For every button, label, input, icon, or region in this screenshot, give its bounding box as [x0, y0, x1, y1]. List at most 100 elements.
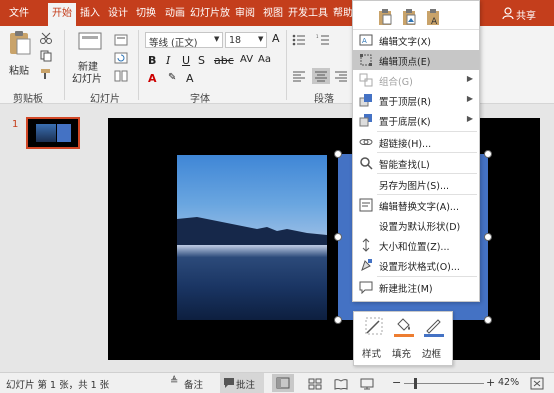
zoom-slider-thumb[interactable]	[414, 378, 417, 389]
paste-label: 粘贴	[9, 66, 29, 77]
align-left-icon[interactable]	[292, 70, 306, 82]
menu-item-label: 置于顶层(R)	[379, 97, 432, 108]
tab-developer[interactable]: 开发工具	[287, 0, 329, 26]
chevron-down-icon: ▼	[258, 35, 264, 43]
menu-item-label: 设置为默认形状(D)	[379, 222, 461, 233]
font-name-value: 等线 (正文)	[149, 38, 198, 49]
tab-transitions[interactable]: 切换	[133, 0, 159, 26]
zoom-out-icon[interactable]: −	[392, 376, 401, 389]
svg-text:A: A	[362, 37, 367, 45]
tab-review[interactable]: 审阅	[232, 0, 258, 26]
menu-item-label: 新建批注(M)	[379, 284, 433, 295]
align-center-button[interactable]	[312, 68, 330, 84]
comments-button[interactable]: 批注	[220, 373, 264, 393]
tab-insert[interactable]: 插入	[77, 0, 103, 26]
menu-item-bring-to-front[interactable]: 置于顶层(R) ▶	[353, 90, 479, 110]
paint-bucket-icon	[397, 318, 410, 331]
menu-item-label: 编辑文字(X)	[379, 37, 431, 48]
italic-icon[interactable]: I	[166, 54, 170, 67]
slideshow-icon[interactable]	[360, 378, 374, 390]
tab-view[interactable]: 视图	[260, 0, 286, 26]
reset-icon[interactable]	[114, 52, 128, 64]
paste-icon	[10, 31, 31, 55]
new-slide-button[interactable]: 新建 幻灯片	[72, 30, 108, 86]
menu-item-size-position[interactable]: 大小和位置(Z)...	[353, 235, 479, 255]
menu-item-group[interactable]: 组合(G) ▶	[353, 70, 479, 90]
shadow-icon[interactable]: S	[198, 54, 205, 67]
menu-item-set-default-shape[interactable]: 设置为默认形状(D)	[353, 215, 479, 235]
tab-file[interactable]: 文件	[4, 0, 34, 26]
style-label: 样式	[362, 349, 382, 360]
cut-icon[interactable]	[40, 32, 52, 44]
format-painter-icon[interactable]	[40, 68, 52, 80]
section-icon[interactable]	[114, 70, 128, 82]
paste-button[interactable]: 粘贴	[6, 30, 34, 78]
strikethrough-icon[interactable]: abc	[214, 54, 234, 67]
resize-handle[interactable]	[484, 233, 492, 241]
underline-icon[interactable]: U	[182, 54, 190, 67]
zoom-in-icon[interactable]: +	[486, 376, 495, 389]
mountain-silhouette	[177, 217, 327, 245]
shape-outline-button[interactable]: 边框	[420, 316, 448, 362]
char-spacing-icon[interactable]: AV	[240, 54, 253, 65]
font-color-icon[interactable]: A	[148, 72, 157, 85]
resize-handle[interactable]	[334, 316, 342, 324]
slide-sorter-icon[interactable]	[308, 378, 322, 390]
align-right-icon[interactable]	[334, 70, 348, 82]
zoom-level[interactable]: 42%	[498, 377, 519, 388]
bold-icon[interactable]: B	[148, 54, 156, 67]
resize-handle[interactable]	[484, 150, 492, 158]
person-icon	[502, 7, 514, 19]
resize-handle[interactable]	[334, 150, 342, 158]
send-to-back-icon	[359, 114, 372, 127]
fill-label: 填充	[392, 349, 412, 360]
menu-item-new-comment[interactable]: 新建批注(M)	[353, 277, 479, 297]
menu-item-edit-text[interactable]: A 编辑文字(X)	[353, 30, 479, 50]
menu-item-edit-points[interactable]: 编辑顶点(E)	[353, 50, 479, 70]
fit-to-window-icon[interactable]	[530, 377, 544, 390]
tab-design[interactable]: 设计	[105, 0, 131, 26]
menu-item-hyperlink[interactable]: 超链接(H)...	[353, 132, 479, 152]
menu-item-save-as-picture[interactable]: 另存为图片(S)...	[353, 174, 479, 194]
group-slides-label: 幻灯片	[90, 94, 120, 105]
font-size-combo[interactable]: 18 ▼	[225, 32, 267, 48]
menu-item-label: 编辑替换文字(A)...	[379, 202, 459, 213]
copy-icon[interactable]	[40, 50, 52, 62]
submenu-arrow-icon: ▶	[466, 94, 473, 103]
shape-fill-button[interactable]: 填充	[390, 316, 418, 362]
tab-animations[interactable]: 动画	[161, 0, 189, 26]
slide-thumbnail[interactable]	[26, 117, 80, 149]
change-case-icon[interactable]: Aa	[258, 54, 271, 65]
new-slide-label-2: 幻灯片	[72, 74, 102, 85]
context-menu: A A 编辑文字(X) 编辑顶点(E) 组合(G) ▶ 置于顶层(R) ▶ 置于…	[352, 0, 480, 302]
font-name-combo[interactable]: 等线 (正文) ▼	[145, 32, 223, 49]
increase-font-icon[interactable]: A	[272, 32, 280, 45]
menu-item-smart-lookup[interactable]: 智能查找(L)	[353, 153, 479, 173]
resize-handle[interactable]	[334, 233, 342, 241]
highlight-icon[interactable]: ✎	[168, 72, 176, 83]
menu-item-format-shape[interactable]: 设置形状格式(O)...	[353, 255, 479, 275]
numbering-icon[interactable]: 1	[316, 34, 330, 46]
resize-handle[interactable]	[484, 316, 492, 324]
menu-item-label: 另存为图片(S)...	[379, 181, 450, 192]
landscape-photo[interactable]	[177, 155, 327, 320]
tab-slideshow[interactable]: 幻灯片放	[190, 0, 230, 26]
menu-item-label: 编辑顶点(E)	[379, 57, 431, 68]
paste-option-picture-icon[interactable]	[401, 8, 417, 26]
paste-option-text-only-icon[interactable]: A	[425, 8, 441, 26]
menu-item-send-to-back[interactable]: 置于底层(K) ▶	[353, 110, 479, 130]
tab-home[interactable]: 开始	[48, 3, 76, 27]
paste-option-keep-source-icon[interactable]	[377, 8, 393, 26]
share-button[interactable]: 共享	[500, 0, 550, 26]
shape-style-button[interactable]: 样式	[360, 316, 388, 362]
notes-button[interactable]: ≜ 备注	[170, 375, 210, 391]
alt-text-icon	[359, 198, 373, 212]
mini-toolbar: 样式 填充 边框	[353, 311, 453, 366]
normal-view-button[interactable]	[272, 374, 294, 392]
clear-format-icon[interactable]: A	[186, 72, 194, 85]
reading-view-icon[interactable]	[334, 378, 348, 390]
bullets-icon[interactable]	[292, 34, 306, 46]
group-clipboard-label: 剪贴板	[13, 94, 43, 105]
layout-icon[interactable]	[114, 34, 128, 46]
menu-item-edit-alt-text[interactable]: 编辑替换文字(A)...	[353, 195, 479, 215]
